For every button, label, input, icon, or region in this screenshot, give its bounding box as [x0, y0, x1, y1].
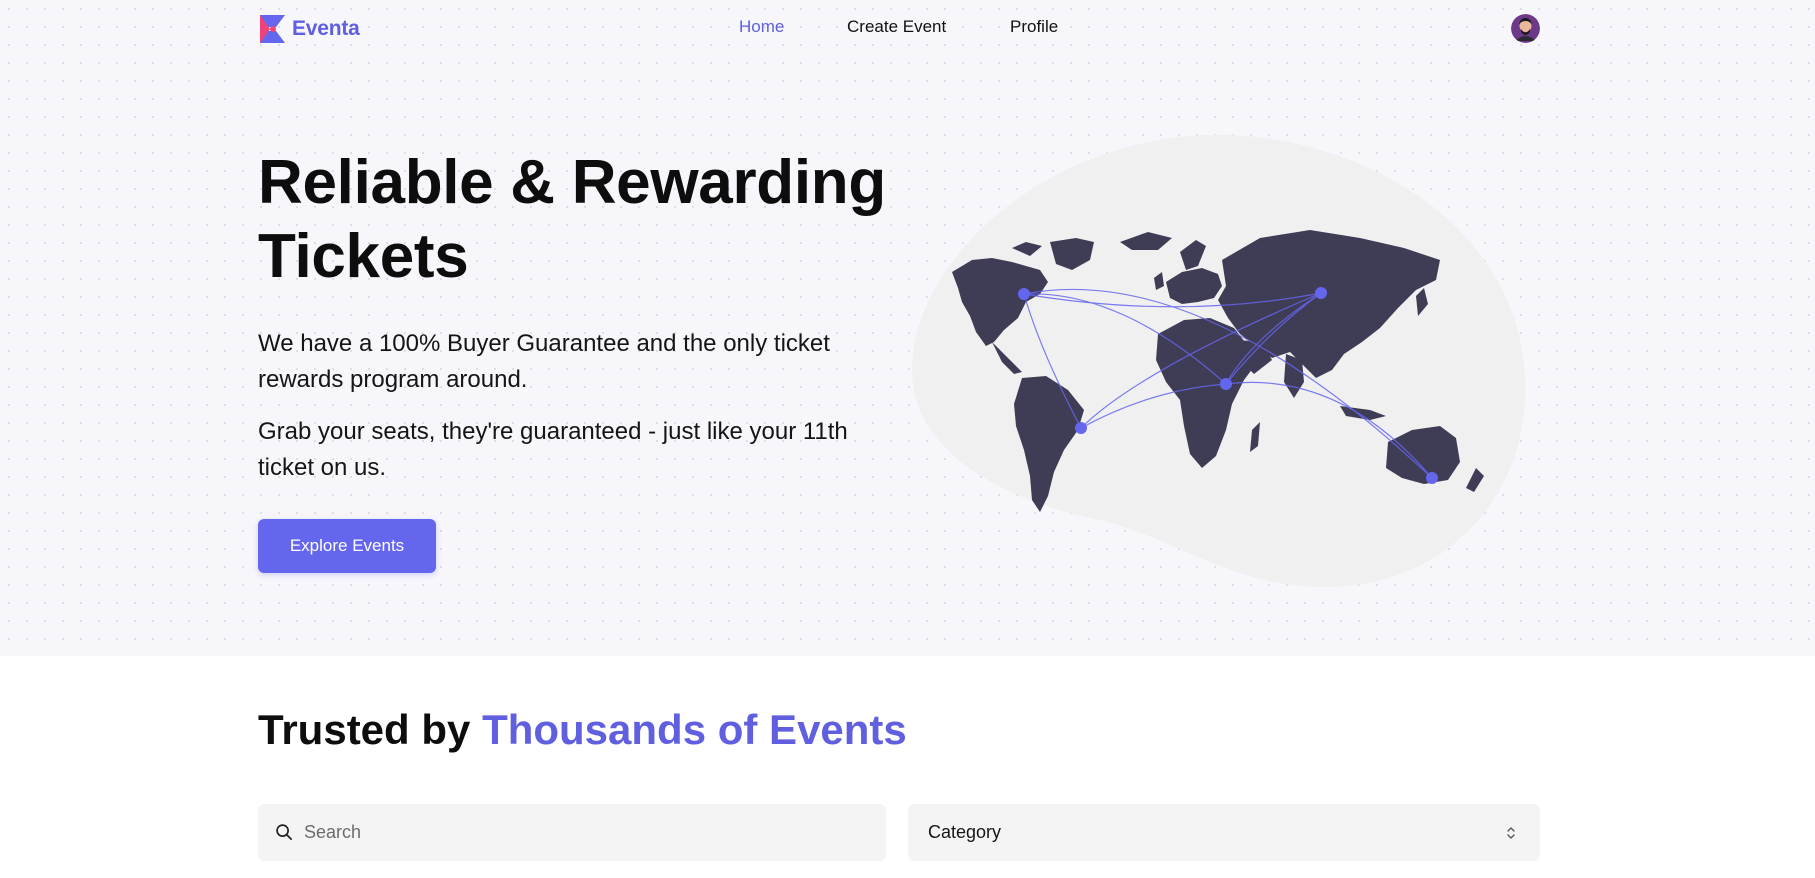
world-map-illustration [900, 120, 1540, 600]
node-north-america [1018, 288, 1030, 300]
chevron-updown-icon [1507, 827, 1515, 839]
top-navbar: Eventa Home Create Event Profile [0, 0, 1815, 58]
nav-home[interactable]: Home [739, 17, 784, 37]
brand-name: Eventa [292, 17, 360, 40]
hero-paragraph-rewards: Grab your seats, they're guaranteed - ju… [258, 418, 848, 481]
user-avatar[interactable] [1511, 14, 1540, 43]
hero-paragraph-guarantee: We have a 100% Buyer Guarantee and the o… [258, 330, 830, 393]
avatar-image [1511, 14, 1540, 43]
world-map-svg [912, 134, 1526, 588]
node-africa [1220, 378, 1232, 390]
search-box[interactable] [258, 804, 886, 861]
category-select[interactable]: Category [908, 804, 1540, 861]
brand-logo[interactable]: Eventa [258, 13, 360, 45]
node-australia [1426, 472, 1438, 484]
trusted-title-plain: Trusted by [258, 706, 483, 753]
explore-events-button[interactable]: Explore Events [258, 519, 436, 573]
trusted-title-accent: Thousands of Events [482, 706, 907, 753]
search-icon [276, 824, 293, 841]
eventa-logo-icon [260, 15, 285, 43]
trusted-section-title: Trusted by Thousands of Events [258, 706, 907, 754]
hero-title: Reliable & Rewarding Tickets [258, 148, 886, 291]
node-asia [1315, 287, 1327, 299]
category-select-value: Category [928, 822, 1002, 842]
search-input[interactable] [304, 804, 864, 861]
node-south-america [1075, 422, 1087, 434]
nav-profile[interactable]: Profile [1010, 17, 1058, 37]
nav-create-event[interactable]: Create Event [847, 17, 946, 37]
